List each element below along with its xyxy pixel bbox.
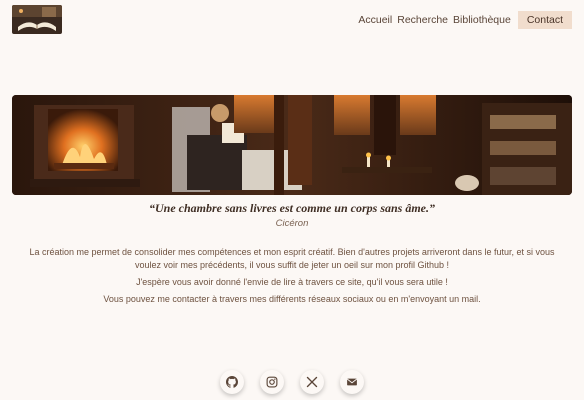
hero-image — [12, 95, 572, 195]
mail-icon — [346, 378, 358, 386]
quote-author: Cicéron — [275, 218, 309, 229]
instagram-link[interactable] — [260, 370, 284, 394]
contact-paragraph: Vous pouvez me contacter à travers mes d… — [103, 294, 481, 304]
intro-paragraph: La création me permet de consolider mes … — [29, 247, 555, 270]
quote-text: “Une chambre sans livres est comme un co… — [148, 201, 435, 215]
nav-contact-button[interactable]: Contact — [517, 11, 572, 29]
github-icon — [226, 376, 238, 388]
hope-paragraph: J'espère vous avoir donné l'envie de lir… — [136, 277, 448, 287]
instagram-icon — [266, 376, 278, 388]
github-link[interactable] — [220, 370, 244, 394]
nav-recherche[interactable]: Recherche — [397, 14, 448, 26]
x-link[interactable] — [300, 370, 324, 394]
social-links — [0, 370, 584, 394]
site-logo[interactable] — [12, 5, 62, 34]
main-nav: Accueil Recherche Bibliothèque Contact — [353, 11, 572, 29]
x-icon — [306, 376, 318, 388]
nav-accueil[interactable]: Accueil — [358, 14, 392, 26]
nav-bibliotheque[interactable]: Bibliothèque — [453, 14, 511, 26]
mail-link[interactable] — [340, 370, 364, 394]
